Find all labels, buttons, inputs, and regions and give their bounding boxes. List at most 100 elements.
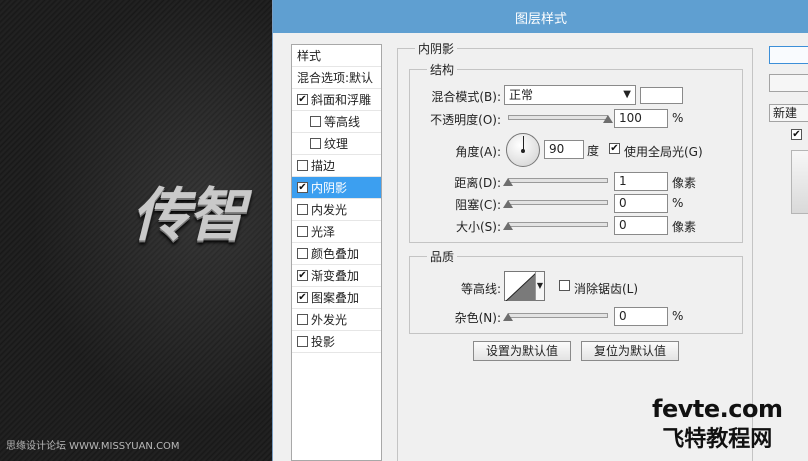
noise-input[interactable]: 0 bbox=[614, 307, 668, 326]
noise-slider[interactable] bbox=[508, 313, 608, 318]
size-label: 大小(S): bbox=[455, 220, 501, 234]
canvas-text: 传智 bbox=[132, 181, 246, 249]
style-item-checkbox[interactable] bbox=[310, 116, 321, 127]
style-item[interactable]: 样式 bbox=[292, 45, 381, 67]
style-item-checkbox[interactable] bbox=[297, 204, 308, 215]
noise-slider-thumb[interactable] bbox=[503, 313, 513, 321]
style-item[interactable]: 内发光 bbox=[292, 199, 381, 221]
style-item[interactable]: 纹理 bbox=[292, 133, 381, 155]
angle-input[interactable]: 90 bbox=[544, 140, 584, 159]
structure-title: 结构 bbox=[427, 61, 458, 78]
style-item-label: 图案叠加 bbox=[311, 291, 360, 305]
style-item-checkbox[interactable]: ✔ bbox=[297, 94, 308, 105]
size-slider[interactable] bbox=[508, 222, 608, 227]
ok-button[interactable] bbox=[769, 46, 808, 64]
dialog-title: 图层样式 bbox=[514, 12, 567, 27]
style-item-label: 内发光 bbox=[311, 203, 348, 217]
size-input[interactable]: 0 bbox=[614, 216, 668, 235]
style-item-label: 描边 bbox=[311, 159, 336, 173]
angle-dial[interactable] bbox=[506, 133, 540, 167]
style-item-label: 等高线 bbox=[324, 115, 361, 129]
chevron-down-icon: ▼ bbox=[623, 89, 631, 100]
cancel-button[interactable] bbox=[769, 74, 808, 92]
site-logo: fevte.com 飞特教程网 bbox=[652, 395, 783, 453]
style-item[interactable]: ✔ 渐变叠加 bbox=[292, 265, 381, 287]
style-item[interactable]: ✔ 图案叠加 bbox=[292, 287, 381, 309]
style-item[interactable]: 描边 bbox=[292, 155, 381, 177]
style-item-label: 光泽 bbox=[311, 225, 336, 239]
anti-alias-checkbox[interactable] bbox=[559, 280, 570, 291]
opacity-slider-thumb[interactable] bbox=[603, 115, 613, 123]
style-item-checkbox[interactable] bbox=[310, 138, 321, 149]
distance-label: 距离(D): bbox=[454, 176, 501, 190]
noise-label: 杂色(N): bbox=[454, 311, 501, 325]
size-unit: 像素 bbox=[672, 220, 697, 234]
choke-input[interactable]: 0 bbox=[614, 194, 668, 213]
watermark-left: 思缘设计论坛 WWW.MISSYUAN.COM bbox=[6, 441, 180, 452]
global-light-checkbox[interactable]: ✔ bbox=[609, 143, 620, 154]
style-item-label: 纹理 bbox=[324, 137, 349, 151]
angle-unit: 度 bbox=[587, 144, 600, 158]
style-item[interactable]: ✔ 斜面和浮雕 bbox=[292, 89, 381, 111]
distance-input[interactable]: 1 bbox=[614, 172, 668, 191]
style-item-label: 斜面和浮雕 bbox=[311, 93, 372, 107]
style-item-checkbox[interactable] bbox=[297, 160, 308, 171]
section-title: 内阴影 bbox=[415, 40, 458, 57]
style-item[interactable]: 颜色叠加 bbox=[292, 243, 381, 265]
chevron-down-icon: ▼ bbox=[535, 272, 544, 300]
style-item-label: 颜色叠加 bbox=[311, 247, 360, 261]
anti-alias-label: 消除锯齿(L) bbox=[574, 282, 639, 296]
style-item[interactable]: 外发光 bbox=[292, 309, 381, 331]
choke-slider-thumb[interactable] bbox=[503, 200, 513, 208]
style-item[interactable]: 投影 bbox=[292, 331, 381, 353]
make-default-button[interactable]: 设置为默认值 bbox=[473, 341, 571, 361]
style-preview-swatch bbox=[791, 150, 808, 214]
angle-label: 角度(A): bbox=[455, 145, 501, 159]
contour-label: 等高线: bbox=[460, 282, 501, 296]
title-bar[interactable]: 图层样式 bbox=[273, 0, 808, 33]
shadow-color-swatch[interactable] bbox=[640, 87, 683, 104]
style-item[interactable]: 混合选项:默认 bbox=[292, 67, 381, 89]
style-item-checkbox[interactable] bbox=[297, 226, 308, 237]
choke-label: 阻塞(C): bbox=[455, 198, 501, 212]
blend-mode-value: 正常 bbox=[509, 88, 534, 102]
logo-site: fevte.com bbox=[652, 395, 783, 423]
global-light-label: 使用全局光(G) bbox=[624, 145, 703, 159]
choke-slider[interactable] bbox=[508, 200, 608, 205]
style-item-label: 投影 bbox=[311, 335, 336, 349]
contour-picker[interactable]: ▼ bbox=[504, 271, 545, 301]
style-item-checkbox[interactable] bbox=[297, 336, 308, 347]
opacity-slider[interactable] bbox=[508, 115, 608, 120]
distance-slider[interactable] bbox=[508, 178, 608, 183]
opacity-label: 不透明度(O): bbox=[430, 113, 501, 127]
style-item-label: 混合选项:默认 bbox=[297, 71, 374, 85]
preview-checkbox[interactable]: ✔ bbox=[791, 129, 802, 140]
style-item[interactable]: 光泽 bbox=[292, 221, 381, 243]
styles-list: 样式 混合选项:默认 ✔ 斜面和浮雕 等高线 纹理 描边 ✔ 内阴影 内发光 光泽 颜色叠加 ✔ 渐变叠加… bbox=[291, 44, 382, 461]
style-item[interactable]: 等高线 bbox=[292, 111, 381, 133]
opacity-input[interactable]: 100 bbox=[614, 109, 668, 128]
style-item-label: 渐变叠加 bbox=[311, 269, 360, 283]
noise-unit: % bbox=[672, 309, 684, 323]
style-item-checkbox[interactable]: ✔ bbox=[297, 270, 308, 281]
reset-default-button[interactable]: 复位为默认值 bbox=[581, 341, 679, 361]
style-item-checkbox[interactable]: ✔ bbox=[297, 182, 308, 193]
style-item-checkbox[interactable] bbox=[297, 248, 308, 259]
logo-cn: 飞特教程网 bbox=[662, 427, 773, 452]
choke-unit: % bbox=[672, 196, 684, 210]
style-item-label: 样式 bbox=[297, 49, 322, 63]
new-style-button[interactable]: 新建 bbox=[769, 104, 808, 122]
contour-curve-icon bbox=[506, 273, 536, 301]
quality-title: 品质 bbox=[427, 248, 458, 265]
opacity-unit: % bbox=[672, 111, 684, 125]
size-slider-thumb[interactable] bbox=[503, 222, 513, 230]
distance-slider-thumb[interactable] bbox=[503, 178, 513, 186]
distance-unit: 像素 bbox=[672, 176, 697, 190]
style-item-label: 内阴影 bbox=[311, 181, 348, 195]
blend-mode-label: 混合模式(B): bbox=[431, 90, 501, 104]
style-item-label: 外发光 bbox=[311, 313, 348, 327]
style-item-checkbox[interactable]: ✔ bbox=[297, 292, 308, 303]
style-item-checkbox[interactable] bbox=[297, 314, 308, 325]
style-item[interactable]: ✔ 内阴影 bbox=[292, 177, 381, 199]
blend-mode-select[interactable]: 正常 ▼ bbox=[504, 85, 636, 105]
